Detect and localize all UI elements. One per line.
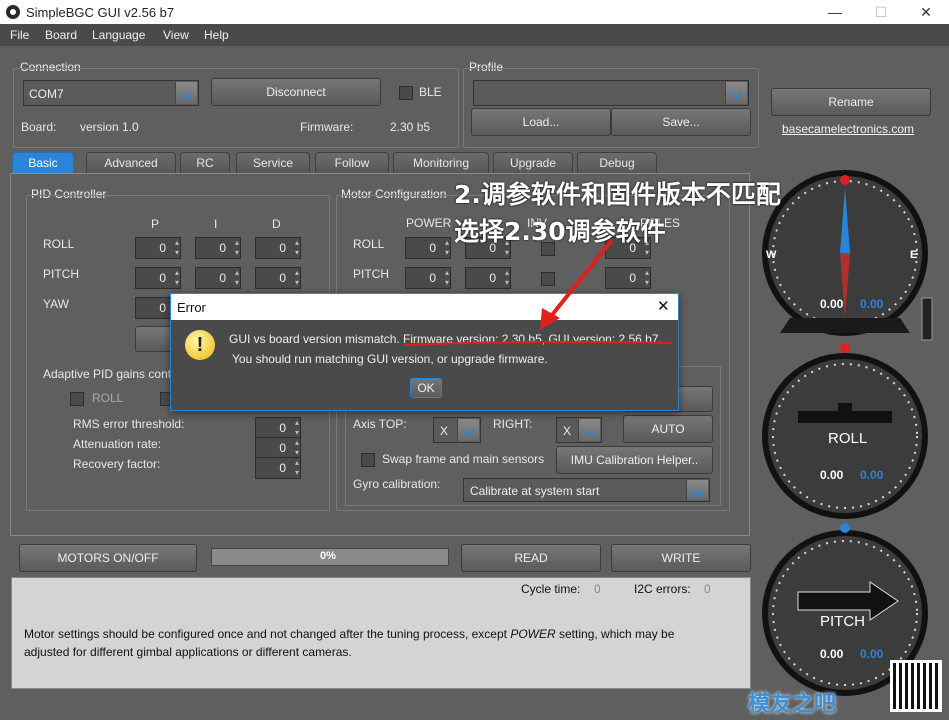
annotation-line-2: 选择2.30调参软件 (454, 217, 666, 246)
annotation-line-1: 2.调参软件和固件版本不匹配 (454, 180, 781, 209)
annotation-overlay (403, 238, 673, 346)
